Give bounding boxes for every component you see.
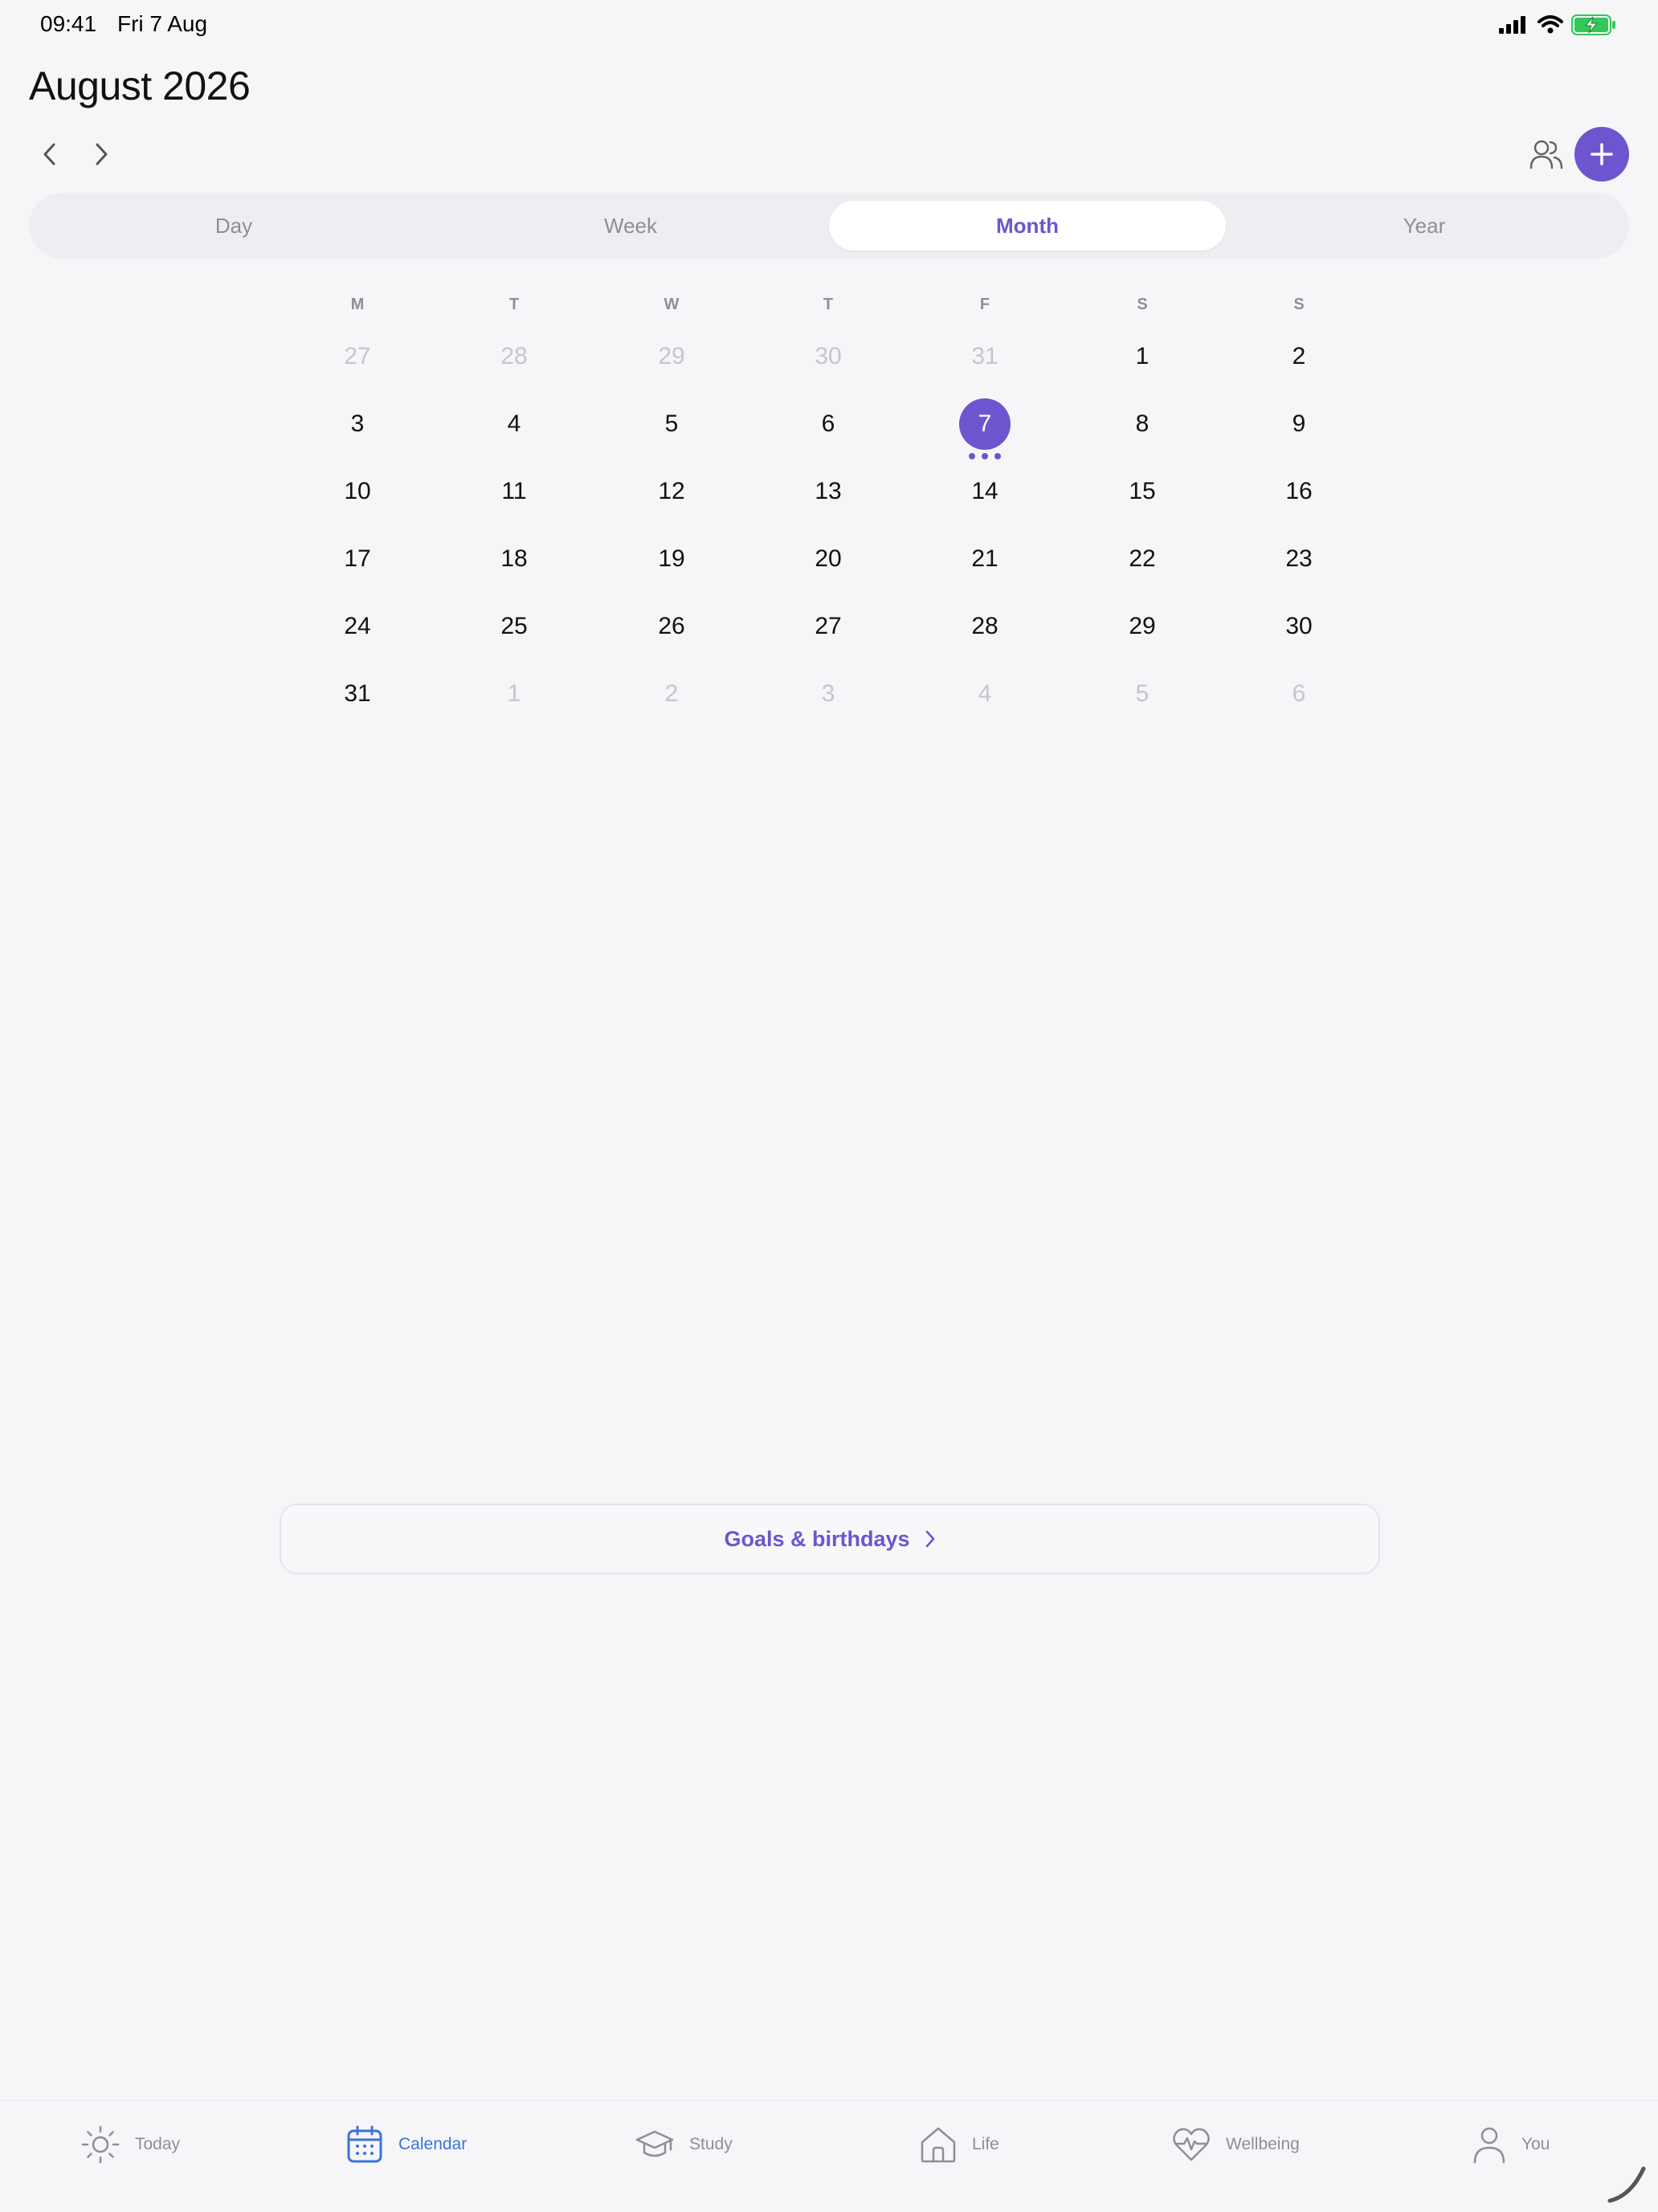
calendar-day[interactable]: 3 [332,398,383,450]
shared-calendars-button[interactable] [1526,135,1566,175]
sun-icon [81,2125,120,2164]
weekday-label: W [664,296,680,313]
chevron-left-icon [43,143,55,165]
add-event-button[interactable] [1574,127,1629,182]
previous-month-button[interactable] [31,135,69,173]
calendar-day[interactable]: 1 [488,668,540,720]
home-icon [921,2127,956,2163]
tabbar-label: Wellbeing [1226,2135,1300,2153]
calendar-day[interactable]: 16 [1273,466,1325,517]
tab-year[interactable]: Year [1226,201,1623,251]
calendar-day[interactable]: 21 [959,533,1011,585]
calendar-day[interactable]: 27 [332,331,383,382]
plus-icon [1591,143,1613,165]
calendar-day[interactable]: 4 [959,668,1011,720]
tabbar-item-you[interactable]: You [1472,2120,1550,2169]
calendar-day[interactable]: 29 [1117,601,1168,652]
calendar-day[interactable]: 13 [802,466,854,517]
calendar-day[interactable]: 30 [1273,601,1325,652]
calendar-day[interactable]: 28 [959,601,1011,652]
calendar-day[interactable]: 8 [1117,398,1168,450]
calendar-day[interactable]: 27 [802,601,854,652]
calendar-day[interactable]: 28 [488,331,540,382]
view-segmented-control: Day Week Month Year [29,193,1629,259]
tabbar-item-life[interactable]: Life [919,2120,999,2169]
status-time: 09:41 [40,11,97,36]
tabbar-item-wellbeing[interactable]: Wellbeing [1171,2120,1300,2169]
calendar-day[interactable]: 26 [646,601,697,652]
status-date: Fri 7 Aug [117,11,208,36]
goals-birthdays-label: Goals & birthdays [724,1526,910,1551]
weekday-label: S [1293,296,1305,313]
event-indicator-dots [969,453,1001,459]
calendar-day[interactable]: 3 [802,668,854,720]
calendar-day[interactable]: 1 [1117,331,1168,382]
calendar-day[interactable]: 18 [488,533,540,585]
weekday-label: S [1137,296,1148,313]
tabbar-item-calendar[interactable]: Calendar [345,2120,467,2169]
wifi-icon [1538,15,1563,34]
calendar-day[interactable]: 17 [332,533,383,585]
calendar-day[interactable]: 9 [1273,398,1325,450]
people-icon [1529,140,1563,169]
calendar-day[interactable]: 2 [646,668,697,720]
calendar-day[interactable]: 20 [802,533,854,585]
tabbar-item-study[interactable]: Study [635,2120,733,2169]
weekday-label: F [979,296,990,313]
tabbar-item-today[interactable]: Today [80,2120,180,2169]
tabbar-label: Today [135,2135,181,2153]
tab-week[interactable]: Week [432,201,829,251]
tab-month[interactable]: Month [829,201,1226,251]
bottom-tab-bar: Today Calendar Study Life Wellbeing You [0,2100,1658,2212]
signal-icon [1499,16,1525,34]
heart-pulse-icon [1173,2128,1210,2161]
home-indicator-corner [1607,2166,1646,2203]
graduation-cap-icon [635,2130,674,2157]
calendar-day[interactable]: 6 [1273,668,1325,720]
calendar-day[interactable]: 31 [332,668,383,720]
calendar-day[interactable]: 30 [802,331,854,382]
calendar-day[interactable]: 6 [802,398,854,450]
tabbar-label: Life [972,2135,999,2153]
calendar-day[interactable]: 5 [1117,668,1168,720]
calendar-day[interactable]: 12 [646,466,697,517]
chevron-right-icon [925,1530,934,1548]
page-title: August 2026 [29,63,251,108]
weekday-label: T [508,296,520,313]
calendar-day[interactable]: 19 [646,533,697,585]
calendar-day[interactable]: 15 [1117,466,1168,517]
calendar-day[interactable]: 24 [332,601,383,652]
calendar-day[interactable]: 23 [1273,533,1325,585]
tabbar-label: Calendar [398,2135,468,2153]
calendar-day[interactable]: 4 [488,398,540,450]
battery-charging-icon [1571,14,1615,35]
calendar-day[interactable]: 25 [488,601,540,652]
calendar-day[interactable]: 29 [646,331,697,382]
calendar-icon [347,2125,382,2163]
calendar-day[interactable]: 2 [1273,331,1325,382]
tabbar-label: You [1521,2135,1550,2153]
goals-birthdays-button[interactable]: Goals & birthdays [280,1504,1380,1574]
weekday-label: T [823,296,834,313]
next-month-button[interactable] [82,135,120,173]
calendar-day[interactable]: 5 [646,398,697,450]
calendar-day[interactable]: 22 [1117,533,1168,585]
tab-day[interactable]: Day [35,201,432,251]
calendar-day[interactable]: 10 [332,466,383,517]
calendar-day[interactable]: 31 [959,331,1011,382]
chevron-right-icon [96,143,108,165]
calendar-day[interactable]: 14 [959,466,1011,517]
calendar-day-today[interactable]: 7 [959,398,1011,450]
tabbar-label: Study [689,2135,733,2153]
status-icons [1499,14,1616,35]
calendar-day[interactable]: 11 [488,466,540,517]
weekday-label: M [350,296,365,313]
status-bar: 09:41 Fri 7 Aug [0,0,1658,51]
person-icon [1473,2127,1505,2164]
